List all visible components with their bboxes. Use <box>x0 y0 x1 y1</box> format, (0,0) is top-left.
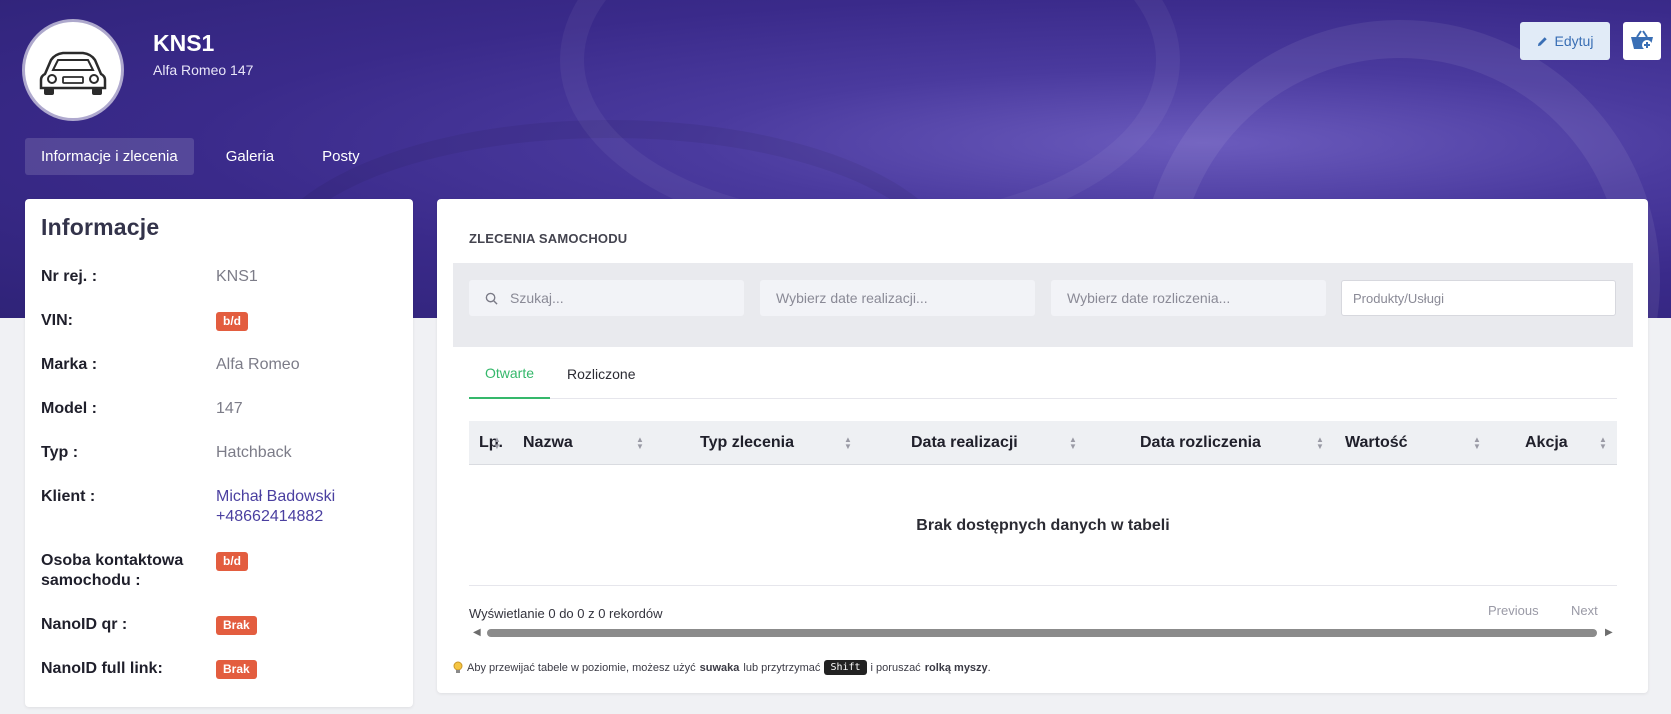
hint-bold: suwaka <box>699 661 740 674</box>
page-title: KNS1 <box>153 30 215 56</box>
info-card: Informacje Nr rej. : KNS1 VIN: b/d Marka… <box>25 199 413 707</box>
column-header-value[interactable]: Wartość <box>1345 421 1408 465</box>
orders-tabs: Otwarte Rozliczone <box>469 349 1617 399</box>
filters-bar: Szukaj... Wybierz date realizacji... Wyb… <box>453 263 1633 347</box>
info-label: Osoba kontaktowa samochodu : <box>41 552 184 589</box>
sort-icon: ▲ ▼ <box>1069 435 1077 451</box>
car-icon <box>39 51 107 95</box>
products-services-placeholder: Produkty/Usługi <box>1353 290 1445 306</box>
hint-text: Aby przewijać tabele w poziomie, możesz … <box>467 661 696 674</box>
status-badge: b/d <box>216 552 248 571</box>
status-badge: b/d <box>216 312 248 331</box>
sort-icon: ▲ ▼ <box>493 435 501 451</box>
sort-icon: ▲ ▼ <box>1316 435 1324 451</box>
lightbulb-icon <box>453 661 463 673</box>
column-header-settlement-date[interactable]: Data rozliczenia <box>1140 421 1261 465</box>
empty-table-message: Brak dostępnych danych w tabeli <box>916 517 1170 534</box>
products-services-input[interactable]: Produkty/Usługi <box>1341 280 1616 316</box>
client-name-link[interactable]: Michał Badowski <box>216 487 335 507</box>
edit-button[interactable]: Edytuj <box>1520 22 1610 60</box>
info-label: Nr rej. : <box>41 268 98 285</box>
sort-icon: ▲ ▼ <box>636 435 644 451</box>
scroll-left-icon[interactable]: ◀ <box>473 627 481 638</box>
column-header-order-type[interactable]: Typ zlecenia <box>700 421 794 465</box>
scroll-hint: Aby przewijać tabele w poziomie, możesz … <box>453 660 991 675</box>
status-badge: Brak <box>216 660 257 679</box>
horizontal-scrollbar[interactable]: ◀ ▶ <box>469 627 1617 639</box>
realization-date-input[interactable]: Wybierz date realizacji... <box>760 280 1035 316</box>
info-label: NanoID qr : <box>41 616 128 633</box>
scrollbar-thumb[interactable] <box>487 629 1597 637</box>
hint-text: lub przytrzymać <box>743 661 821 674</box>
realization-date-placeholder: Wybierz date realizacji... <box>776 290 928 306</box>
column-header-realization-date[interactable]: Data realizacji <box>911 421 1018 465</box>
profile-tabs: Informacje i zlecenia Galeria Posty <box>25 138 392 175</box>
info-value: 147 <box>216 400 243 417</box>
car-avatar <box>25 22 121 118</box>
search-input[interactable]: Szukaj... <box>469 280 744 316</box>
table-header: Lp. ▲ ▼ Nazwa ▲ ▼ Typ zlecenia ▲ ▼ Data rea… <box>469 421 1617 465</box>
info-value: Hatchback <box>216 444 292 461</box>
column-header-name[interactable]: Nazwa <box>523 421 573 465</box>
info-value: Brak <box>216 615 257 635</box>
info-value: KNS1 <box>216 268 258 285</box>
scroll-right-icon[interactable]: ▶ <box>1605 627 1613 638</box>
info-title: Informacje <box>41 214 160 240</box>
info-value: Brak <box>216 659 257 679</box>
tab-gallery[interactable]: Galeria <box>210 138 290 175</box>
info-value: b/d <box>216 311 248 331</box>
hint-text: i poruszać <box>870 661 921 674</box>
search-icon <box>485 292 498 305</box>
sort-icon: ▲ ▼ <box>844 435 852 451</box>
cart-plus-icon <box>1631 30 1653 50</box>
column-header-action[interactable]: Akcja <box>1525 421 1568 465</box>
info-label: Klient : <box>41 488 96 505</box>
hint-bold: rolką myszy <box>924 661 988 674</box>
shift-key: Shift <box>824 660 867 675</box>
info-label: Marka : <box>41 356 98 373</box>
edit-button-label: Edytuj <box>1554 33 1594 49</box>
settlement-date-placeholder: Wybierz date rozliczenia... <box>1067 290 1231 306</box>
info-label: Typ : <box>41 444 79 461</box>
tab-settled[interactable]: Rozliczone <box>551 349 651 399</box>
client-phone-link[interactable]: +48662414882 <box>216 507 323 527</box>
page-subtitle: Alfa Romeo 147 <box>153 62 254 78</box>
sort-icon: ▲ ▼ <box>1599 435 1607 451</box>
records-info: Wyświetlanie 0 do 0 z 0 rekordów <box>469 606 663 621</box>
add-to-cart-button[interactable] <box>1623 22 1661 60</box>
next-button[interactable]: Next <box>1571 603 1598 618</box>
hint-end: . <box>987 661 991 674</box>
search-placeholder: Szukaj... <box>510 290 564 306</box>
orders-card: ZLECENIA SAMOCHODU Szukaj... Wybierz dat… <box>437 199 1648 693</box>
sort-icon: ▲ ▼ <box>1473 435 1481 451</box>
info-value: Alfa Romeo <box>216 356 300 373</box>
tab-posts[interactable]: Posty <box>306 138 376 175</box>
info-value: b/d <box>216 551 248 571</box>
settlement-date-input[interactable]: Wybierz date rozliczenia... <box>1051 280 1326 316</box>
tab-open[interactable]: Otwarte <box>469 349 551 399</box>
orders-title: ZLECENIA SAMOCHODU <box>469 231 628 246</box>
tab-info-orders[interactable]: Informacje i zlecenia <box>25 138 194 175</box>
info-label: VIN: <box>41 312 73 329</box>
divider <box>469 585 1617 586</box>
info-label: Model : <box>41 400 97 417</box>
info-label: NanoID full link: <box>41 660 163 677</box>
pencil-icon <box>1537 36 1547 46</box>
previous-button[interactable]: Previous <box>1488 603 1539 618</box>
status-badge: Brak <box>216 616 257 635</box>
